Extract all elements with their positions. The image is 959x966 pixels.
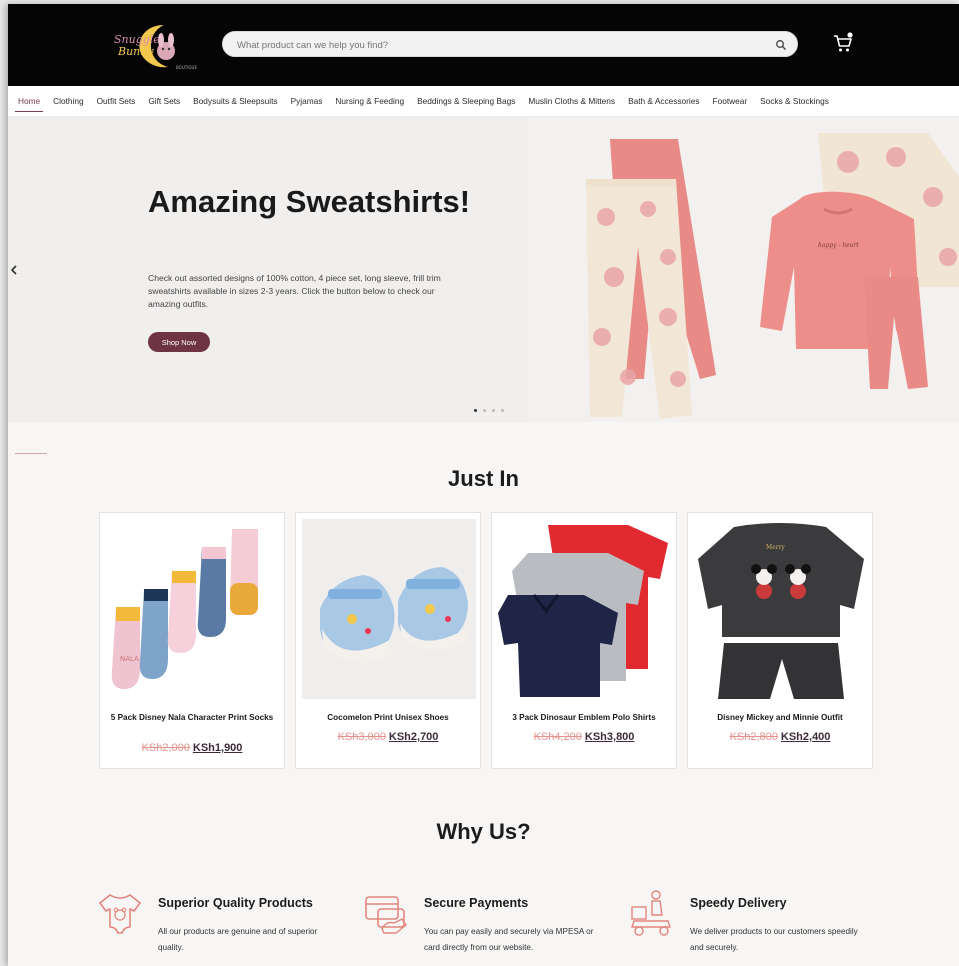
nav-item-home[interactable]: Home [14,96,44,112]
original-price: KSh2,800 [729,731,778,743]
carousel-dot[interactable] [483,409,486,412]
product-name: Cocomelon Print Unisex Shoes [327,713,449,722]
carousel-dots [474,409,504,412]
search-icon[interactable] [774,38,788,52]
feature-title: Superior Quality Products [158,896,313,910]
product-card[interactable]: Cocomelon Print Unisex Shoes KSh3,000 KSh… [295,512,481,769]
carousel-dot[interactable] [474,409,477,412]
nav-item-footwear[interactable]: Footwear [713,96,748,106]
baby-onesie-icon [99,894,141,934]
why-us-heading: Why Us? [436,819,531,844]
product-name: 5 Pack Disney Nala Character Print Socks [110,713,274,722]
feature-payments: Secure Payments You can pay easily and s… [364,886,604,966]
svg-text:happy - heart: happy - heart [818,242,859,249]
section-divider [15,453,47,454]
product-image: NALA [106,519,280,699]
search-input[interactable] [235,35,759,55]
svg-text:NALA: NALA [120,655,139,663]
product-card[interactable]: 3 Pack Dinosaur Emblem Polo Shirts KSh4,… [491,512,677,769]
product-price: KSh4,200 KSh3,800 [492,731,676,743]
product-name: Disney Mickey and Minnie Outfit [717,713,843,722]
nav-item-beddings[interactable]: Beddings & Sleeping Bags [417,96,515,106]
product-card[interactable]: Merry Disney Mickey and Minnie Outfit KS… [687,512,873,769]
feature-delivery: Speedy Delivery We deliver products to o… [630,886,870,966]
product-card[interactable]: NALA 5 Pack Disney Nala Character Print … [99,512,285,769]
hero-description: Check out assorted designs of 100% cotto… [148,273,441,309]
product-name: 3 Pack Dinosaur Emblem Polo Shirts [512,713,656,722]
feature-title: Secure Payments [424,896,529,910]
svg-text:BOUTIQUE: BOUTIQUE [176,65,197,70]
brand-logo[interactable]: Snuggle Bunny BOUTIQUE [106,17,206,75]
carousel-dot[interactable] [501,409,504,412]
product-price: KSh3,000 KSh2,700 [296,731,480,743]
sale-price: KSh3,800 [584,731,635,743]
sale-price: KSh1,900 [192,742,243,754]
hero-image: happy - heart [528,117,959,422]
search-bar [222,31,798,57]
nav-item-socks[interactable]: Socks & Stockings [760,96,829,106]
just-in-heading: Just In [448,466,519,491]
shop-now-button[interactable]: Shop Now [148,332,210,352]
product-price: KSh2,000 KSh1,900 [100,742,284,754]
cart-icon[interactable] [831,31,855,55]
delivery-scooter-icon [631,890,671,936]
nav-item-outfit-sets[interactable]: Outfit Sets [97,96,136,106]
svg-text:Bunny: Bunny [117,45,154,58]
feature-text: You can pay easily and securely via MPES… [424,927,594,952]
sale-price: KSh2,700 [388,731,439,743]
nav-item-bath[interactable]: Bath & Accessories [628,96,699,106]
sale-price: KSh2,400 [780,731,831,743]
category-nav: Home Clothing Outfit Sets Gift Sets Body… [8,86,959,117]
feature-title: Speedy Delivery [690,896,787,910]
feature-quality: Superior Quality Products All our produc… [98,886,338,966]
carousel-dot[interactable] [492,409,495,412]
original-price: KSh2,000 [141,742,190,754]
product-image [498,519,672,699]
hero-banner: Amazing Sweatshirts! Check out assorted … [8,117,959,422]
nav-item-nursing[interactable]: Nursing & Feeding [335,96,404,106]
product-image [302,519,476,699]
nav-item-clothing[interactable]: Clothing [53,96,83,106]
nav-item-bodysuits[interactable]: Bodysuits & Sleepsuits [193,96,277,106]
nav-item-muslin[interactable]: Muslin Cloths & Mittens [528,96,615,106]
page-frame: Snuggle Bunny BOUTIQUE Home Clothing Out… [8,4,959,966]
product-price: KSh2,800 KSh2,400 [688,731,872,743]
feature-text: We deliver products to our customers spe… [690,927,858,952]
nav-item-gift-sets[interactable]: Gift Sets [148,96,180,106]
product-grid: NALA 5 Pack Disney Nala Character Print … [99,512,873,769]
product-image: Merry [694,519,868,699]
header-bar: Snuggle Bunny BOUTIQUE [8,4,959,86]
chevron-left-icon[interactable] [8,260,22,280]
original-price: KSh4,200 [533,731,582,743]
original-price: KSh3,000 [337,731,386,743]
hero-title: Amazing Sweatshirts! [148,184,471,219]
nav-item-pyjamas[interactable]: Pyjamas [291,96,323,106]
svg-text:Merry: Merry [766,544,785,551]
card-payment-icon [365,896,407,934]
feature-text: All our products are genuine and of supe… [158,927,318,952]
